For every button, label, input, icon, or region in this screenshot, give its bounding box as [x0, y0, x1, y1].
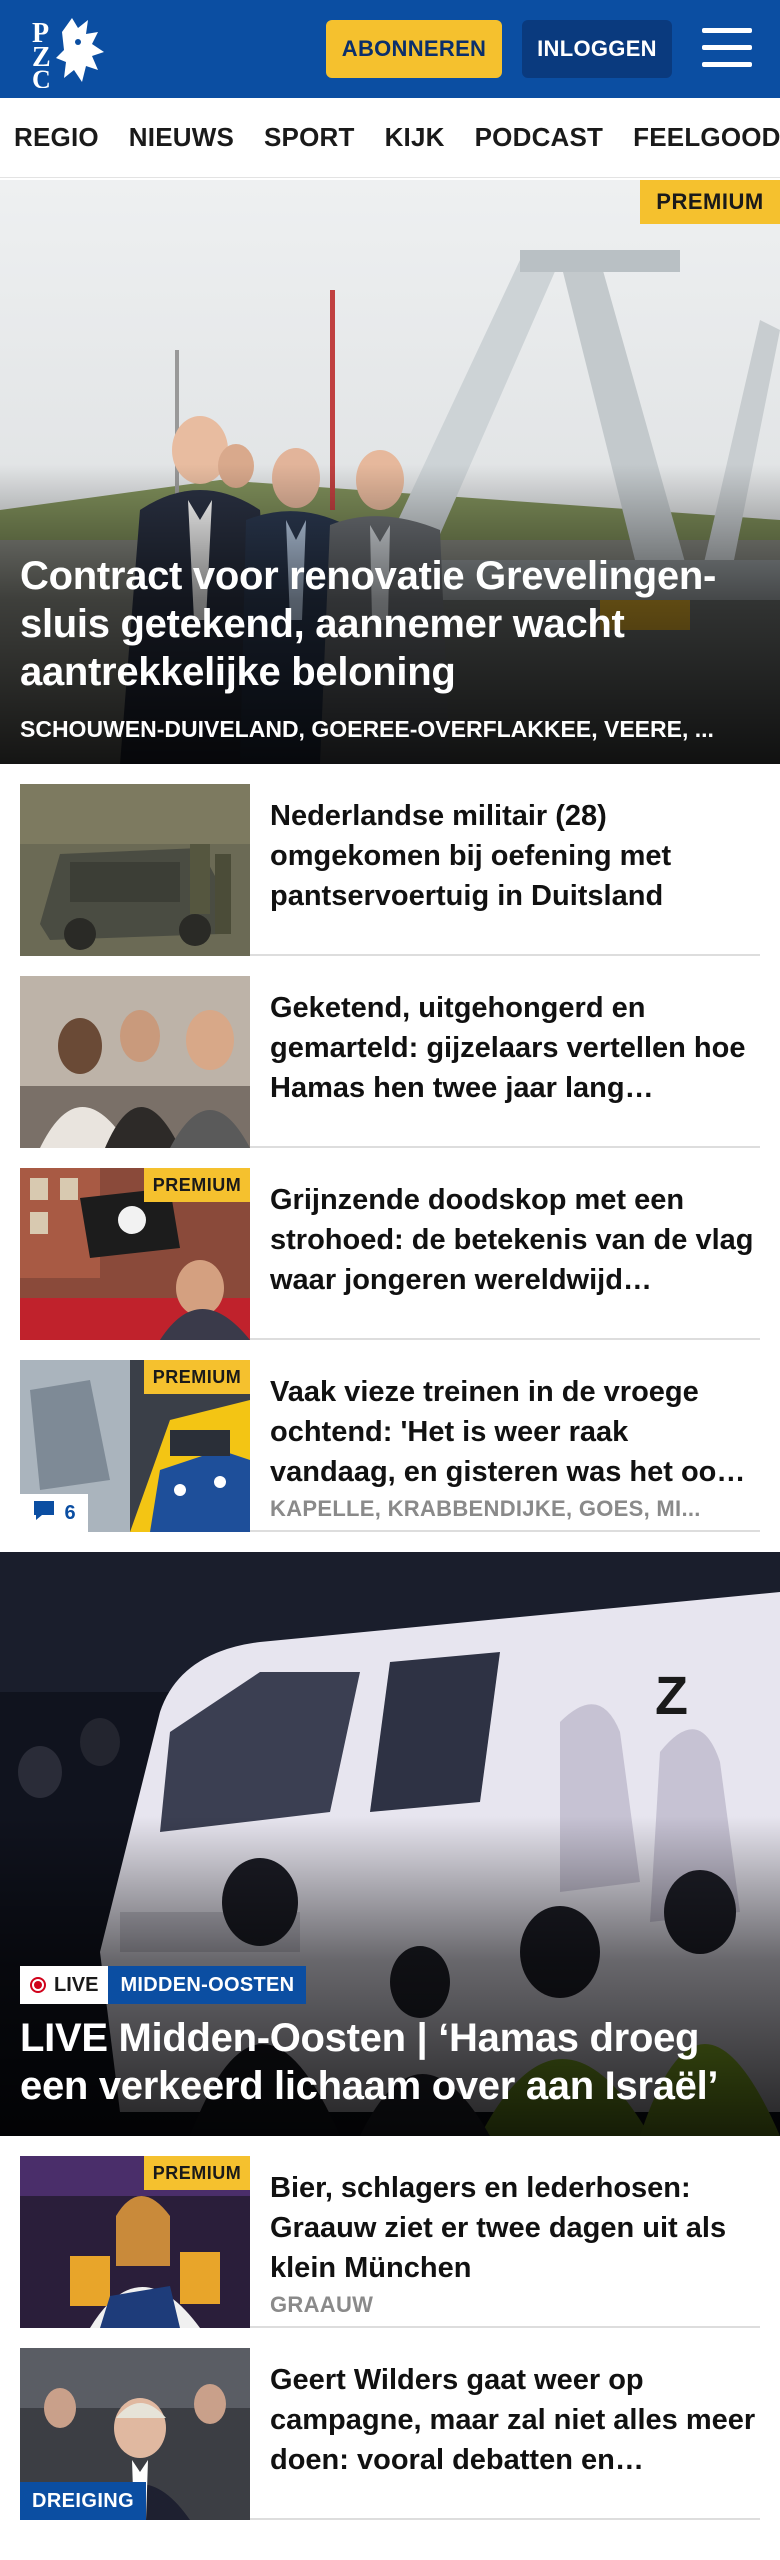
premium-badge: PREMIUM [144, 1360, 250, 1394]
live-category-badge: MIDDEN-OOSTEN [108, 1966, 307, 2004]
top-header: P Z C ABONNEREN INLOGGEN [0, 0, 780, 98]
article-thumbnail [20, 784, 250, 956]
article-row[interactable]: PREMIUM Grijnzende doodskop met een stro… [20, 1168, 760, 1340]
svg-text:C: C [32, 65, 51, 88]
section-nav: REGIO NIEUWS SPORT KIJK PODCAST FEELGOOD… [0, 98, 780, 178]
article-row[interactable]: PREMIUM Bier, schlagers en lederhosen: G… [20, 2156, 760, 2328]
live-badges: LIVE MIDDEN-OOSTEN [20, 1966, 307, 2004]
live-indicator: LIVE [20, 1966, 109, 2004]
nav-item-nieuws[interactable]: NIEUWS [129, 122, 234, 153]
nav-item-sport[interactable]: SPORT [264, 122, 355, 153]
nav-item-podcast[interactable]: PODCAST [475, 122, 604, 153]
nav-item-kijk[interactable]: KIJK [385, 122, 445, 153]
article-locations: KAPELLE, KRABBENDIJKE, GOES, MI... [270, 1496, 701, 1521]
article-locations: GRAAUW [270, 2292, 374, 2317]
hamburger-menu-icon[interactable] [702, 28, 752, 70]
hero-headline[interactable]: Contract voor renovatie Grevelingen­slui… [20, 552, 760, 696]
van-marking: Z [655, 1666, 688, 1726]
article-row[interactable]: DREIGING Geert Wilders gaat weer op camp… [20, 2348, 760, 2520]
premium-badge: PREMIUM [640, 180, 780, 224]
login-button[interactable]: INLOGGEN [522, 20, 672, 78]
article-thumbnail: DREIGING [20, 2348, 250, 2520]
article-row[interactable]: Geketend, uitgehongerd en gemarteld: gij… [20, 976, 760, 1148]
article-row[interactable]: PREMIUM 6 Vaak vieze treinen in de vroeg… [20, 1360, 760, 1532]
hero-article[interactable]: PREMIUM Contract voor renovatie Grevelin… [0, 180, 780, 764]
article-headline[interactable]: Nederlandse militair (28) omgekomen bij … [270, 796, 756, 916]
comment-count-badge[interactable]: 6 [20, 1494, 88, 1532]
subscribe-button[interactable]: ABONNEREN [326, 20, 502, 78]
article-thumbnail [20, 976, 250, 1148]
nav-item-regio[interactable]: REGIO [14, 122, 99, 153]
comment-icon [32, 1499, 56, 1527]
live-dot-icon [30, 1977, 46, 1993]
article-headline[interactable]: Grijnzende doodskop met een strohoed: de… [270, 1180, 756, 1300]
category-tag: DREIGING [20, 2482, 147, 2520]
premium-badge: PREMIUM [144, 1168, 250, 1202]
article-thumbnail: PREMIUM [20, 2156, 250, 2328]
pzc-logo[interactable]: P Z C [28, 12, 112, 94]
article-thumbnail: PREMIUM [20, 1168, 250, 1340]
nav-item-feelgood[interactable]: FEELGOOD [633, 122, 780, 153]
article-thumbnail: PREMIUM 6 [20, 1360, 250, 1532]
article-headline[interactable]: Vaak vieze treinen in de vroege ochtend:… [270, 1372, 756, 1492]
live-headline[interactable]: LIVE Midden-Oosten | ‘Hamas droeg een ve… [20, 2014, 768, 2110]
article-headline[interactable]: Geert Wilders gaat weer op campagne, maa… [270, 2360, 756, 2480]
live-article[interactable]: Z LIVE MIDDEN-OOSTEN LIVE Midden-Oosten … [0, 1552, 780, 2136]
article-headline[interactable]: Geketend, uitgehongerd en gemarteld: gij… [270, 988, 756, 1108]
article-row[interactable]: Nederlandse militair (28) omgekomen bij … [20, 784, 760, 956]
article-headline[interactable]: Bier, schlagers en lederhosen: Graauw zi… [270, 2168, 756, 2288]
premium-badge: PREMIUM [144, 2156, 250, 2190]
live-label: LIVE [54, 1973, 99, 1996]
comment-count: 6 [64, 1501, 76, 1524]
hero-locations: SCHOUWEN-DUIVELAND, GOEREE-OVERFLAKKEE, … [20, 716, 714, 742]
